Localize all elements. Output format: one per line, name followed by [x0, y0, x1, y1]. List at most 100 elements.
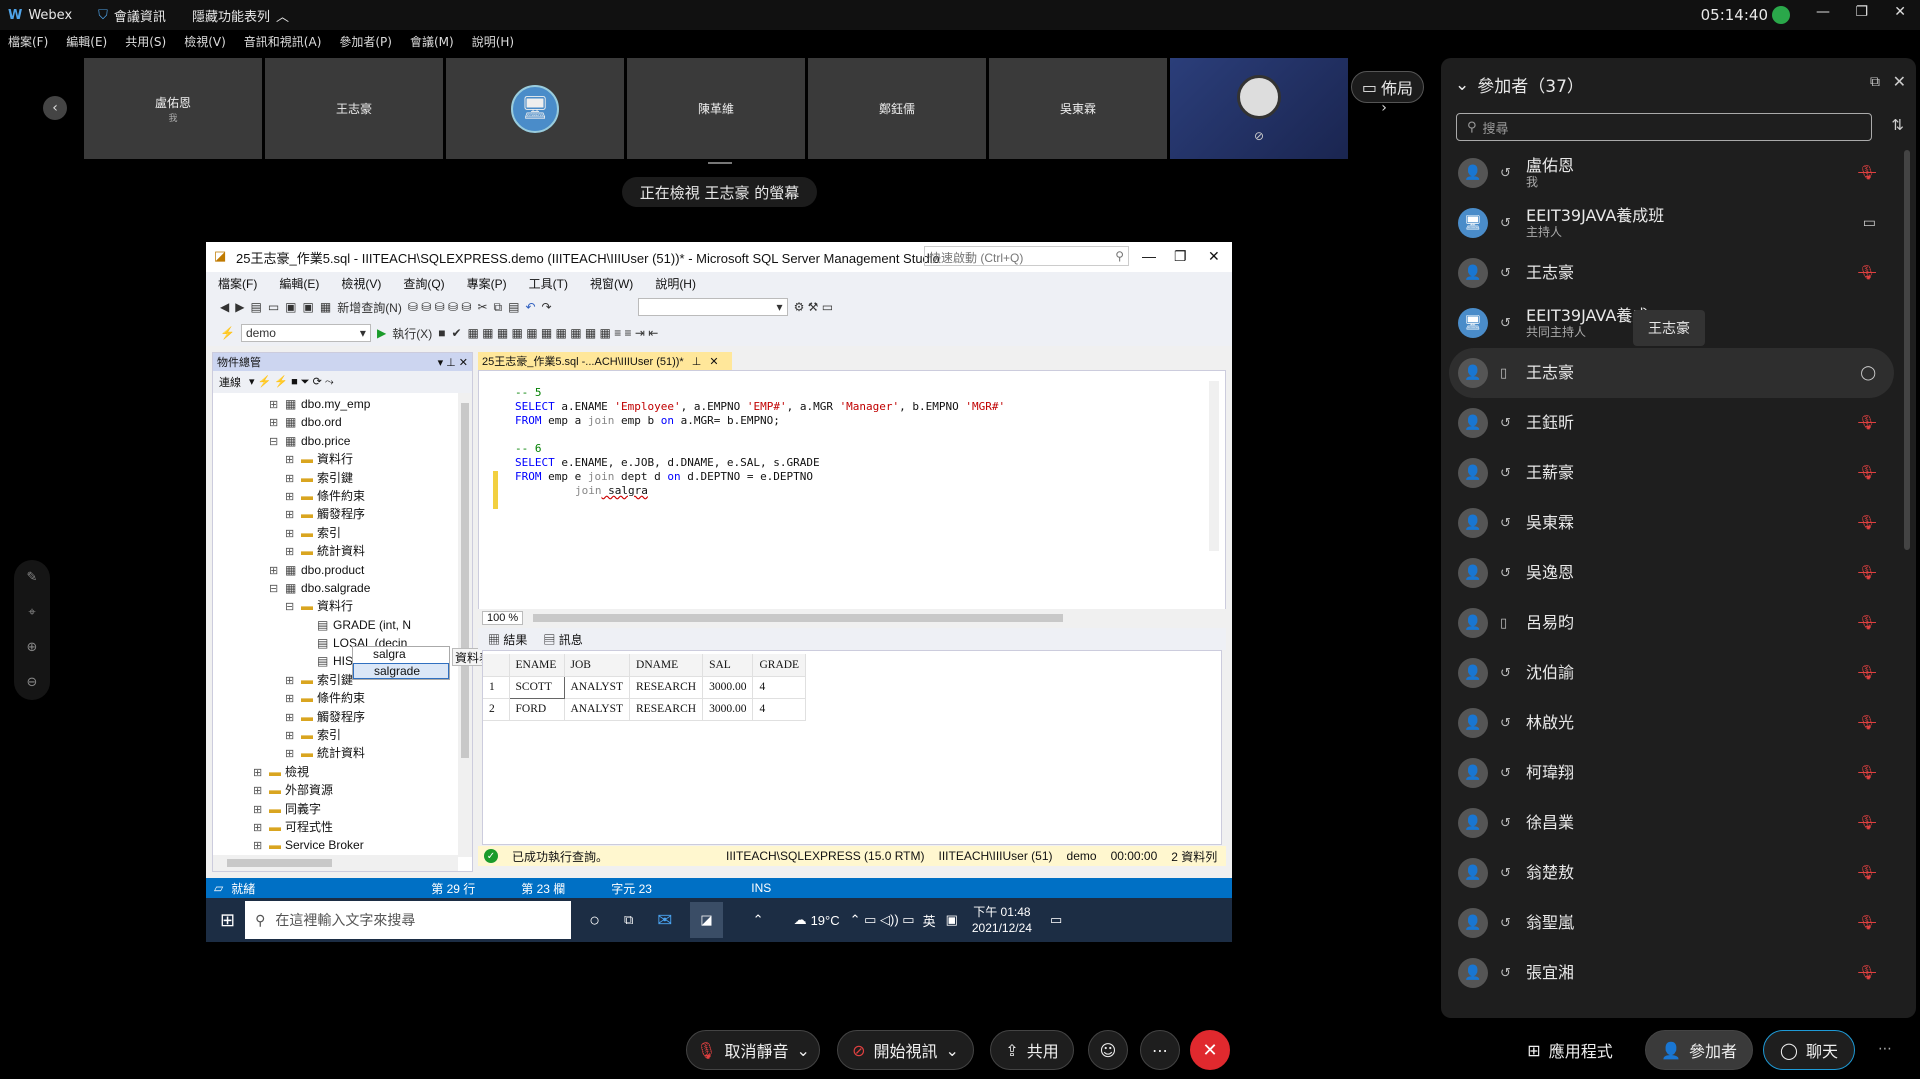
- meeting-info-button[interactable]: ⛉ 會議資訊: [98, 6, 166, 25]
- table-row[interactable]: 1 SCOTT ANALYST RESEARCH 3000.00 4: [483, 675, 807, 699]
- participant-row[interactable]: 👤 ↺ 柯瑋翔 🎙: [1449, 748, 1894, 798]
- video-thumbnail[interactable]: 鄭鈺儒: [808, 58, 986, 159]
- tree-node[interactable]: ⊞ ▬ 同義字: [213, 800, 472, 818]
- menu-help[interactable]: 說明(H): [472, 33, 514, 55]
- participant-row[interactable]: 👤 ↺ 徐昌業 🎙: [1449, 798, 1894, 848]
- menu-edit[interactable]: 編輯(E): [66, 33, 107, 55]
- video-thumbnail[interactable]: 🖥: [446, 58, 624, 159]
- tree-toggle-icon[interactable]: ⊞: [253, 837, 269, 855]
- tree-node[interactable]: ⊞ ▬ Service Broker: [213, 836, 472, 854]
- tools-icons[interactable]: ⚙ ⚒ ▭: [794, 300, 834, 314]
- video-thumbnail[interactable]: 陳革維: [627, 58, 805, 159]
- restore-icon[interactable]: ❐: [1855, 4, 1868, 20]
- tree-node[interactable]: ⊞ ▬ 索引: [213, 726, 472, 744]
- ssms-menu-project[interactable]: 專案(P): [467, 275, 507, 292]
- close-tab-icon[interactable]: ✕: [709, 355, 718, 368]
- ssms-menu-tools[interactable]: 工具(T): [529, 275, 568, 292]
- tree-toggle-icon[interactable]: ⊞: [269, 414, 285, 432]
- table-cell[interactable]: RESEARCH: [629, 676, 704, 699]
- zoom-out-icon[interactable]: ⊖: [27, 675, 38, 690]
- back-icon[interactable]: ◀: [220, 300, 229, 314]
- video-thumbnail[interactable]: 盧佑恩 我: [84, 58, 262, 159]
- ssms-taskbar-icon[interactable]: ◪: [690, 902, 723, 938]
- ssms-menu-file[interactable]: 檔案(F): [218, 275, 257, 292]
- ssms-close-icon[interactable]: ✕: [1208, 248, 1220, 265]
- tree-toggle-icon[interactable]: ⊞: [253, 819, 269, 837]
- table-row[interactable]: 2 FORD ANALYST RESEARCH 3000.00 4: [483, 698, 807, 721]
- object-explorer-vscroll[interactable]: [458, 393, 472, 857]
- participant-row[interactable]: 👤 ▯ 呂易昀 🎙: [1449, 598, 1894, 648]
- ssms-menu-window[interactable]: 視窗(W): [590, 275, 633, 292]
- tree-node[interactable]: ⊞ ▦ dbo.product: [213, 561, 472, 579]
- more-icon[interactable]: ⋯: [1878, 1041, 1892, 1057]
- close-icon[interactable]: ✕: [1894, 4, 1906, 20]
- menu-file[interactable]: 檔案(F): [8, 33, 48, 55]
- tree-toggle-icon[interactable]: ⊞: [285, 451, 301, 469]
- filter-icon[interactable]: ▾ ⚡ ⚡ ■ ⏷ ⟳ ⤳: [249, 375, 334, 389]
- tree-node[interactable]: ⊞ ▬ 統計資料: [213, 744, 472, 762]
- participant-row[interactable]: 👤 ↺ 林啟光 🎙: [1449, 698, 1894, 748]
- table-cell[interactable]: ANALYST: [564, 676, 631, 699]
- participant-row[interactable]: 👤 ↺ 翁楚敖 🎙: [1449, 848, 1894, 898]
- chat-icon[interactable]: ◯: [1860, 365, 1876, 381]
- end-call-button[interactable]: ✕: [1190, 1030, 1230, 1070]
- new-project-icon[interactable]: ▤: [250, 300, 261, 314]
- menu-audio-video[interactable]: 音訊和視訊(A): [244, 33, 322, 55]
- panel-controls[interactable]: ▾ ⊥ ✕: [438, 356, 468, 369]
- share-button[interactable]: ⇪ 共用: [990, 1030, 1074, 1070]
- participant-row[interactable]: 🖥 ↺ EEIT39JAVA養成班 主持人 ▭: [1449, 198, 1894, 248]
- save-all-icon[interactable]: ▣: [303, 300, 314, 314]
- start-video-button[interactable]: ⊘ 開始視訊 ⌄: [837, 1030, 974, 1070]
- tree-node[interactable]: ⊞ ▬ 可程式性: [213, 818, 472, 836]
- popout-icon[interactable]: ⧉: [1870, 74, 1880, 90]
- tree-toggle-icon[interactable]: ⊞: [269, 562, 285, 580]
- tree-toggle-icon[interactable]: ⊞: [285, 745, 301, 763]
- quick-launch-input[interactable]: 快速啟動 (Ctrl+Q) ⚲: [924, 246, 1129, 266]
- ssms-menu-view[interactable]: 檢視(V): [341, 275, 381, 292]
- sort-icon[interactable]: ⇅: [1891, 116, 1904, 134]
- minimize-icon[interactable]: —: [1816, 4, 1830, 20]
- menu-meeting[interactable]: 會議(M): [410, 33, 454, 55]
- tree-toggle-icon[interactable]: ⊞: [269, 396, 285, 414]
- new-query-button[interactable]: 新增查詢(N): [337, 299, 402, 316]
- autocomplete-item-selected[interactable]: salgrade: [353, 663, 449, 679]
- video-thumbnail[interactable]: ⊘: [1170, 58, 1348, 159]
- tree-toggle-icon[interactable]: ⊟: [285, 598, 301, 616]
- participant-row[interactable]: 👤 ↺ 翁聖嵐 🎙: [1449, 898, 1894, 948]
- table-cell[interactable]: RESEARCH: [629, 698, 704, 721]
- participant-row[interactable]: 👤 ↺ 王薪豪 🎙: [1449, 448, 1894, 498]
- hide-menubar-button[interactable]: 隱藏功能表列 ︿: [192, 6, 289, 25]
- participant-row[interactable]: 👤 ↺ 吳東霖 🎙: [1449, 498, 1894, 548]
- cut-icon[interactable]: ✂: [477, 300, 487, 314]
- paste-icon[interactable]: ▤: [508, 300, 519, 314]
- video-thumbnail[interactable]: 吳東霖: [989, 58, 1167, 159]
- save-icon[interactable]: ▣: [285, 300, 296, 314]
- participant-list-scrollbar[interactable]: [1904, 150, 1910, 550]
- tree-node[interactable]: ⊞ ▬ 檢視: [213, 763, 472, 781]
- autocomplete-item[interactable]: salgra: [353, 647, 449, 663]
- task-view-icon[interactable]: ⧉: [624, 912, 633, 928]
- solution-config-combo[interactable]: ▾: [637, 298, 788, 316]
- tree-toggle-icon[interactable]: ⊟: [269, 433, 285, 451]
- tray-overflow-icon[interactable]: ⌃: [753, 912, 764, 928]
- tree-node[interactable]: ⊞ ▬ 外部資源: [213, 781, 472, 799]
- tree-toggle-icon[interactable]: ⊞: [285, 709, 301, 727]
- tray-icons[interactable]: ⌃ ▭ ◁)) ▭: [850, 912, 915, 928]
- tree-node[interactable]: ⊞ ▬ 觸發程序: [213, 505, 472, 523]
- undo-icon[interactable]: ↶: [525, 300, 535, 314]
- parse-icon[interactable]: ✔: [451, 326, 461, 340]
- stop-icon[interactable]: ■: [438, 326, 445, 340]
- strip-resize-handle[interactable]: [708, 162, 732, 164]
- participants-button[interactable]: 👤 參加者: [1645, 1030, 1753, 1070]
- tree-node[interactable]: ▤ GRADE (int, N: [213, 616, 472, 634]
- db-icons[interactable]: ⛁ ⛁ ⛁ ⛁ ⛁: [408, 300, 472, 314]
- editor-tab[interactable]: 25王志豪_作業5.sql -...ACH\IIIUser (51))* ⊥ ✕: [478, 352, 732, 370]
- forward-icon[interactable]: ▶: [235, 300, 244, 314]
- more-options-button[interactable]: ⋯: [1140, 1030, 1180, 1070]
- ssms-restore-icon[interactable]: ❐: [1174, 248, 1187, 265]
- tree-node[interactable]: ⊞ ▦ dbo.my_emp: [213, 395, 472, 413]
- tree-toggle-icon[interactable]: ⊞: [285, 506, 301, 524]
- strip-next-button[interactable]: ›: [1372, 96, 1396, 120]
- tree-toggle-icon[interactable]: ⊞: [253, 782, 269, 800]
- tree-toggle-icon[interactable]: ⊞: [285, 525, 301, 543]
